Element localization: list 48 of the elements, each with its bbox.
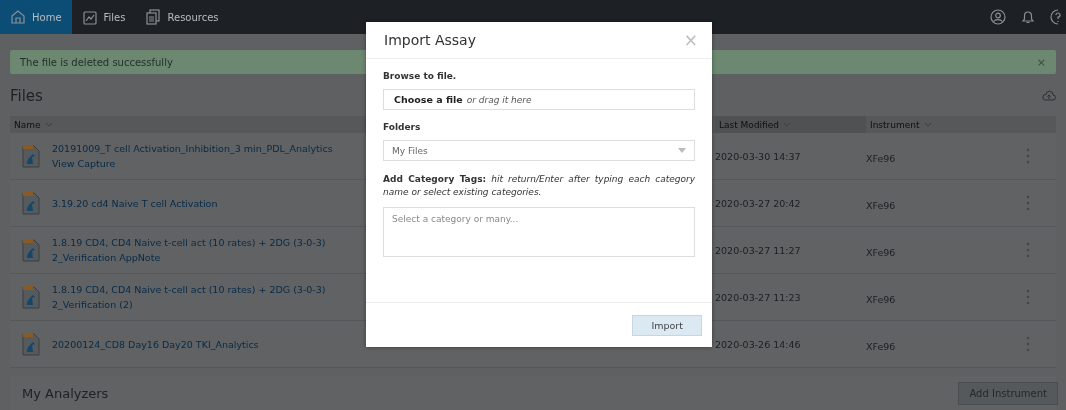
file-link[interactable]: 20200124_CD8 Day16 Day20 TKI_Analytics (52, 336, 259, 352)
column-header[interactable]: Instrument (866, 116, 1056, 133)
tags-instructions: Add Category Tags: hit return/Enter after typing each category name or select existing categories. (383, 173, 695, 199)
folder-select[interactable]: My Files (383, 140, 695, 161)
documents-icon (145, 9, 162, 25)
table-cell-text: 2020-03-30 14:37 (715, 150, 802, 162)
table-cell-text: XFe96 (866, 292, 897, 305)
close-button[interactable]: × (683, 30, 698, 50)
field-label: Browse to file. (383, 71, 458, 81)
dropdown-icon (678, 148, 686, 153)
field-label: Folders (383, 122, 422, 132)
section-title: Files (10, 87, 43, 105)
cloud-upload-icon[interactable] (1042, 90, 1056, 102)
table-cell-text: XFe96 (866, 245, 897, 258)
alert-message: The file is deleted successfully (20, 56, 173, 68)
home-icon (10, 9, 26, 25)
table-cell-text: 2020-03-26 14:46 (715, 338, 802, 350)
column-header[interactable]: Last Modified (715, 116, 866, 133)
nav-tab[interactable]: Resources (135, 0, 229, 34)
dialog-title: Import Assay (384, 32, 476, 48)
chevron-icon (923, 122, 932, 127)
file-icon (22, 144, 40, 168)
file-icon (22, 238, 40, 262)
file-link[interactable]: 20191009_T cell Activation_Inhibition_3 min_PDL_Analytics View Capture (52, 141, 333, 171)
nav-tab[interactable]: Files (71, 0, 136, 34)
file-link[interactable]: 1.8.19 CD4, CD4 Naive t-cell act (10 rates) + 2DG (3-0-3) 2_Verification (2) (52, 282, 326, 312)
file-icon (22, 191, 40, 215)
user-icon[interactable] (990, 9, 1006, 25)
table-cell-text: 2020-03-27 11:23 (715, 291, 802, 303)
section-title: My Analyzers (22, 385, 109, 401)
nav-tab[interactable]: Home (0, 0, 72, 34)
alert-close-button[interactable]: × (1036, 55, 1046, 69)
file-icon (22, 285, 40, 309)
bell-icon[interactable] (1020, 9, 1036, 25)
chevron-icon (44, 122, 53, 127)
chart-icon (81, 9, 98, 25)
file-link[interactable]: 3.19.20 cd4 Naive T cell Activation (52, 195, 218, 211)
table-cell-text: 2020-03-27 20:42 (715, 197, 802, 209)
table-cell-text: XFe96 (866, 198, 897, 211)
file-drop-field[interactable]: Choose a file or drag it here (383, 89, 695, 110)
import-button[interactable]: Import (632, 314, 702, 336)
table-cell-text: XFe96 (866, 151, 897, 164)
file-link[interactable]: 1.8.19 CD4, CD4 Naive t-cell act (10 rates) + 2DG (3-0-3) 2_Verification AppNote (52, 235, 326, 265)
help-icon[interactable] (1050, 9, 1062, 25)
file-icon (22, 332, 40, 356)
table-cell-text: XFe96 (866, 339, 897, 352)
category-input[interactable]: Select a category or many... (383, 207, 695, 257)
table-cell-text: 2020-03-27 11:27 (715, 244, 802, 256)
